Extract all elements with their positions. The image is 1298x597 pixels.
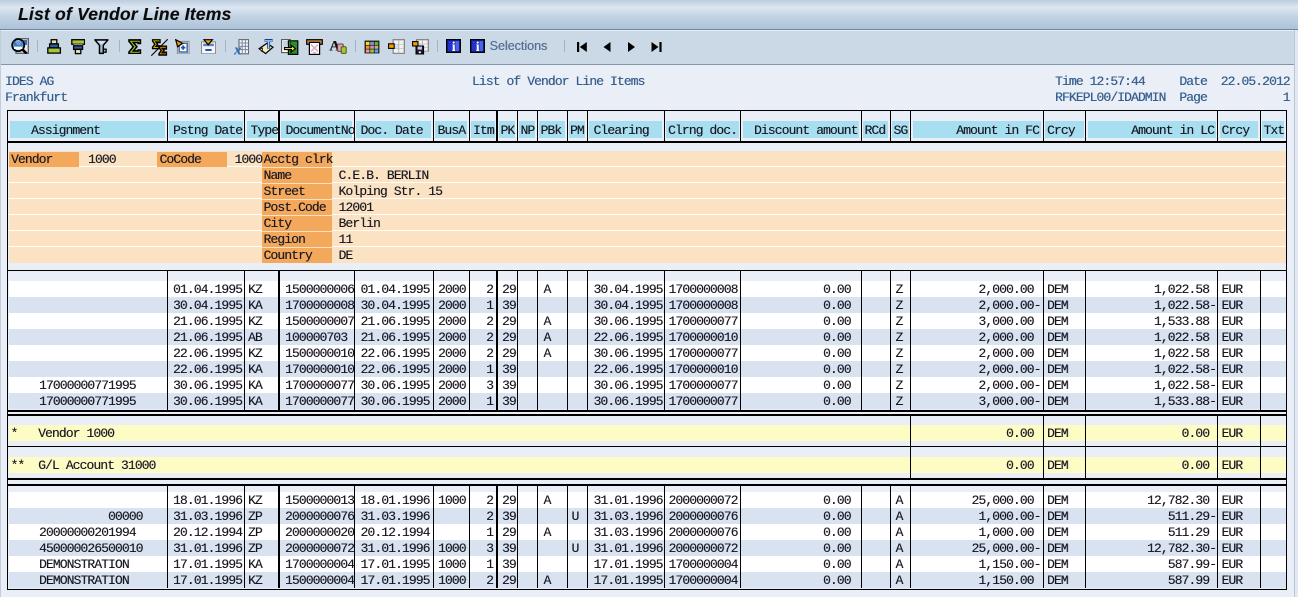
svg-text:x: x — [234, 42, 241, 55]
